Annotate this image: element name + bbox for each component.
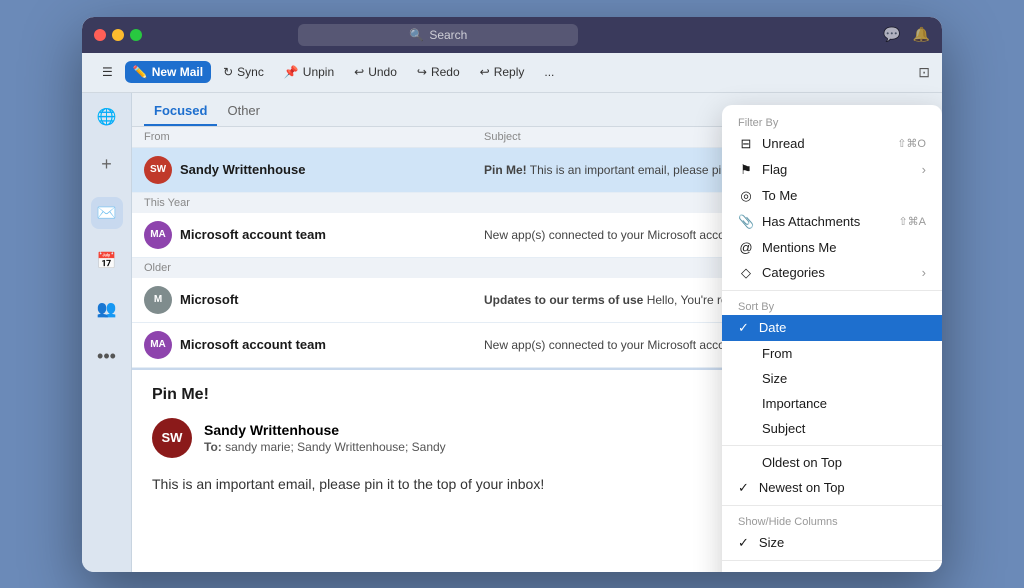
- more-button[interactable]: ...: [536, 61, 562, 83]
- close-button[interactable]: [94, 29, 106, 41]
- search-bar[interactable]: 🔍 Search: [298, 24, 578, 46]
- checkmark-icon: ✓: [738, 535, 749, 551]
- message-icon[interactable]: 💬: [883, 26, 900, 43]
- tab-other[interactable]: Other: [217, 99, 270, 126]
- checkmark-icon: ✓: [738, 480, 749, 496]
- unread-shortcut: ⇧⌘O: [897, 137, 926, 150]
- menu-item-mentions[interactable]: @ Mentions Me: [722, 235, 942, 260]
- menu-item-categories[interactable]: ◇ Categories ›: [722, 260, 942, 286]
- chevron-right-icon: ›: [922, 265, 926, 280]
- search-placeholder: Search: [429, 28, 467, 42]
- unpin-icon: 📌: [284, 65, 299, 79]
- sidebar: 🌐 + ✉️ 📅 👥 •••: [82, 93, 132, 572]
- preview-avatar: SW: [152, 418, 192, 458]
- sender-name: Microsoft account team: [180, 337, 326, 352]
- redo-icon: ↪: [417, 65, 427, 79]
- category-icon: ◇: [738, 265, 754, 281]
- menu-item-label: Has Attachments: [762, 214, 860, 229]
- avatar: MA: [144, 221, 172, 249]
- flag-icon: ⚑: [738, 162, 754, 178]
- reply-button[interactable]: ↩ Reply: [472, 61, 533, 83]
- menu-item-from[interactable]: From: [722, 341, 942, 366]
- menu-item-label: Flag: [762, 162, 787, 177]
- menu-divider: [722, 505, 942, 506]
- new-mail-button[interactable]: ✏️ New Mail: [125, 61, 211, 83]
- menu-item-settings[interactable]: Settings...: [722, 565, 942, 572]
- menu-item-to-me[interactable]: ◎ To Me: [722, 183, 942, 209]
- menu-item-oldest-top[interactable]: Oldest on Top: [722, 450, 942, 475]
- menu-divider: [722, 290, 942, 291]
- hamburger-button[interactable]: ☰: [94, 61, 121, 83]
- search-icon: 🔍: [409, 28, 424, 42]
- avatar: SW: [144, 156, 172, 184]
- sidebar-item-mail[interactable]: ✉️: [91, 197, 123, 229]
- toolbar: ☰ ✏️ New Mail ↻ Sync 📌 Unpin ↩ Undo ↪ Re…: [82, 53, 942, 93]
- menu-item-label: Newest on Top: [759, 480, 845, 495]
- titlebar-icons: 💬 🔔: [883, 26, 930, 43]
- menu-divider: [722, 445, 942, 446]
- reply-icon: ↩: [480, 65, 490, 79]
- menu-item-size[interactable]: Size: [722, 366, 942, 391]
- chevron-right-icon: ›: [922, 162, 926, 177]
- titlebar: 🔍 Search 💬 🔔: [82, 17, 942, 53]
- sync-button[interactable]: ↻ Sync: [215, 61, 272, 83]
- menu-item-label: Mentions Me: [762, 240, 836, 255]
- layout-icon[interactable]: ⊡: [918, 64, 930, 81]
- menu-item-label: Importance: [762, 396, 827, 411]
- menu-item-label: Size: [762, 371, 787, 386]
- attachment-icon: 📎: [738, 214, 754, 230]
- attachments-shortcut: ⇧⌘A: [898, 215, 926, 228]
- menu-item-newest-top[interactable]: ✓ Newest on Top: [722, 475, 942, 501]
- menu-item-label: To Me: [762, 188, 797, 203]
- menu-item-label: Date: [759, 320, 786, 335]
- checkmark-icon: ✓: [738, 320, 749, 336]
- menu-item-subject[interactable]: Subject: [722, 416, 942, 441]
- sort-by-label: Sort By: [722, 295, 942, 315]
- compose-icon: ✏️: [133, 65, 148, 79]
- menu-item-flag[interactable]: ⚑ Flag ›: [722, 157, 942, 183]
- bell-icon[interactable]: 🔔: [913, 26, 930, 43]
- sync-icon: ↻: [223, 65, 233, 79]
- sidebar-add-button[interactable]: +: [91, 149, 123, 181]
- avatar: M: [144, 286, 172, 314]
- preview-subject: Pin Me!: [152, 386, 209, 404]
- to-me-icon: ◎: [738, 188, 754, 204]
- menu-item-label: Settings...: [738, 570, 796, 572]
- menu-item-label: Oldest on Top: [762, 455, 842, 470]
- maximize-button[interactable]: [130, 29, 142, 41]
- sender-name: Microsoft account team: [180, 227, 326, 242]
- sidebar-item-contacts[interactable]: 👥: [91, 293, 123, 325]
- tab-focused[interactable]: Focused: [144, 99, 217, 126]
- redo-button[interactable]: ↪ Redo: [409, 61, 468, 83]
- sender-name: Sandy Writtenhouse: [180, 162, 305, 177]
- undo-icon: ↩: [354, 65, 364, 79]
- menu-item-unread[interactable]: ⊟ Unread ⇧⌘O: [722, 131, 942, 157]
- menu-divider: [722, 560, 942, 561]
- filter-dropdown-menu: Filter By ⊟ Unread ⇧⌘O ⚑ Flag › ◎ To Me …: [722, 105, 942, 572]
- unread-icon: ⊟: [738, 136, 754, 152]
- filter-by-label: Filter By: [722, 111, 942, 131]
- menu-item-attachments[interactable]: 📎 Has Attachments ⇧⌘A: [722, 209, 942, 235]
- unpin-button[interactable]: 📌 Unpin: [276, 61, 342, 83]
- minimize-button[interactable]: [112, 29, 124, 41]
- menu-item-label: Size: [759, 535, 784, 550]
- undo-button[interactable]: ↩ Undo: [346, 61, 405, 83]
- sidebar-item-more[interactable]: •••: [91, 341, 123, 373]
- mention-icon: @: [738, 240, 754, 255]
- traffic-lights: [94, 29, 142, 41]
- mail-window: 🔍 Search 💬 🔔 ☰ ✏️ New Mail ↻ Sync 📌 Unpi…: [82, 17, 942, 572]
- avatar: MA: [144, 331, 172, 359]
- sidebar-item-globe[interactable]: 🌐: [91, 101, 123, 133]
- menu-item-label: From: [762, 346, 792, 361]
- menu-item-label: Unread: [762, 136, 805, 151]
- menu-item-label: Categories: [762, 265, 825, 280]
- menu-item-show-size[interactable]: ✓ Size: [722, 530, 942, 556]
- show-hide-label: Show/Hide Columns: [722, 510, 942, 530]
- column-from: From: [144, 131, 484, 143]
- menu-item-importance[interactable]: Importance: [722, 391, 942, 416]
- menu-item-label: Subject: [762, 421, 805, 436]
- sender-name: Microsoft: [180, 292, 239, 307]
- sidebar-item-calendar[interactable]: 📅: [91, 245, 123, 277]
- menu-item-date[interactable]: ✓ Date: [722, 315, 942, 341]
